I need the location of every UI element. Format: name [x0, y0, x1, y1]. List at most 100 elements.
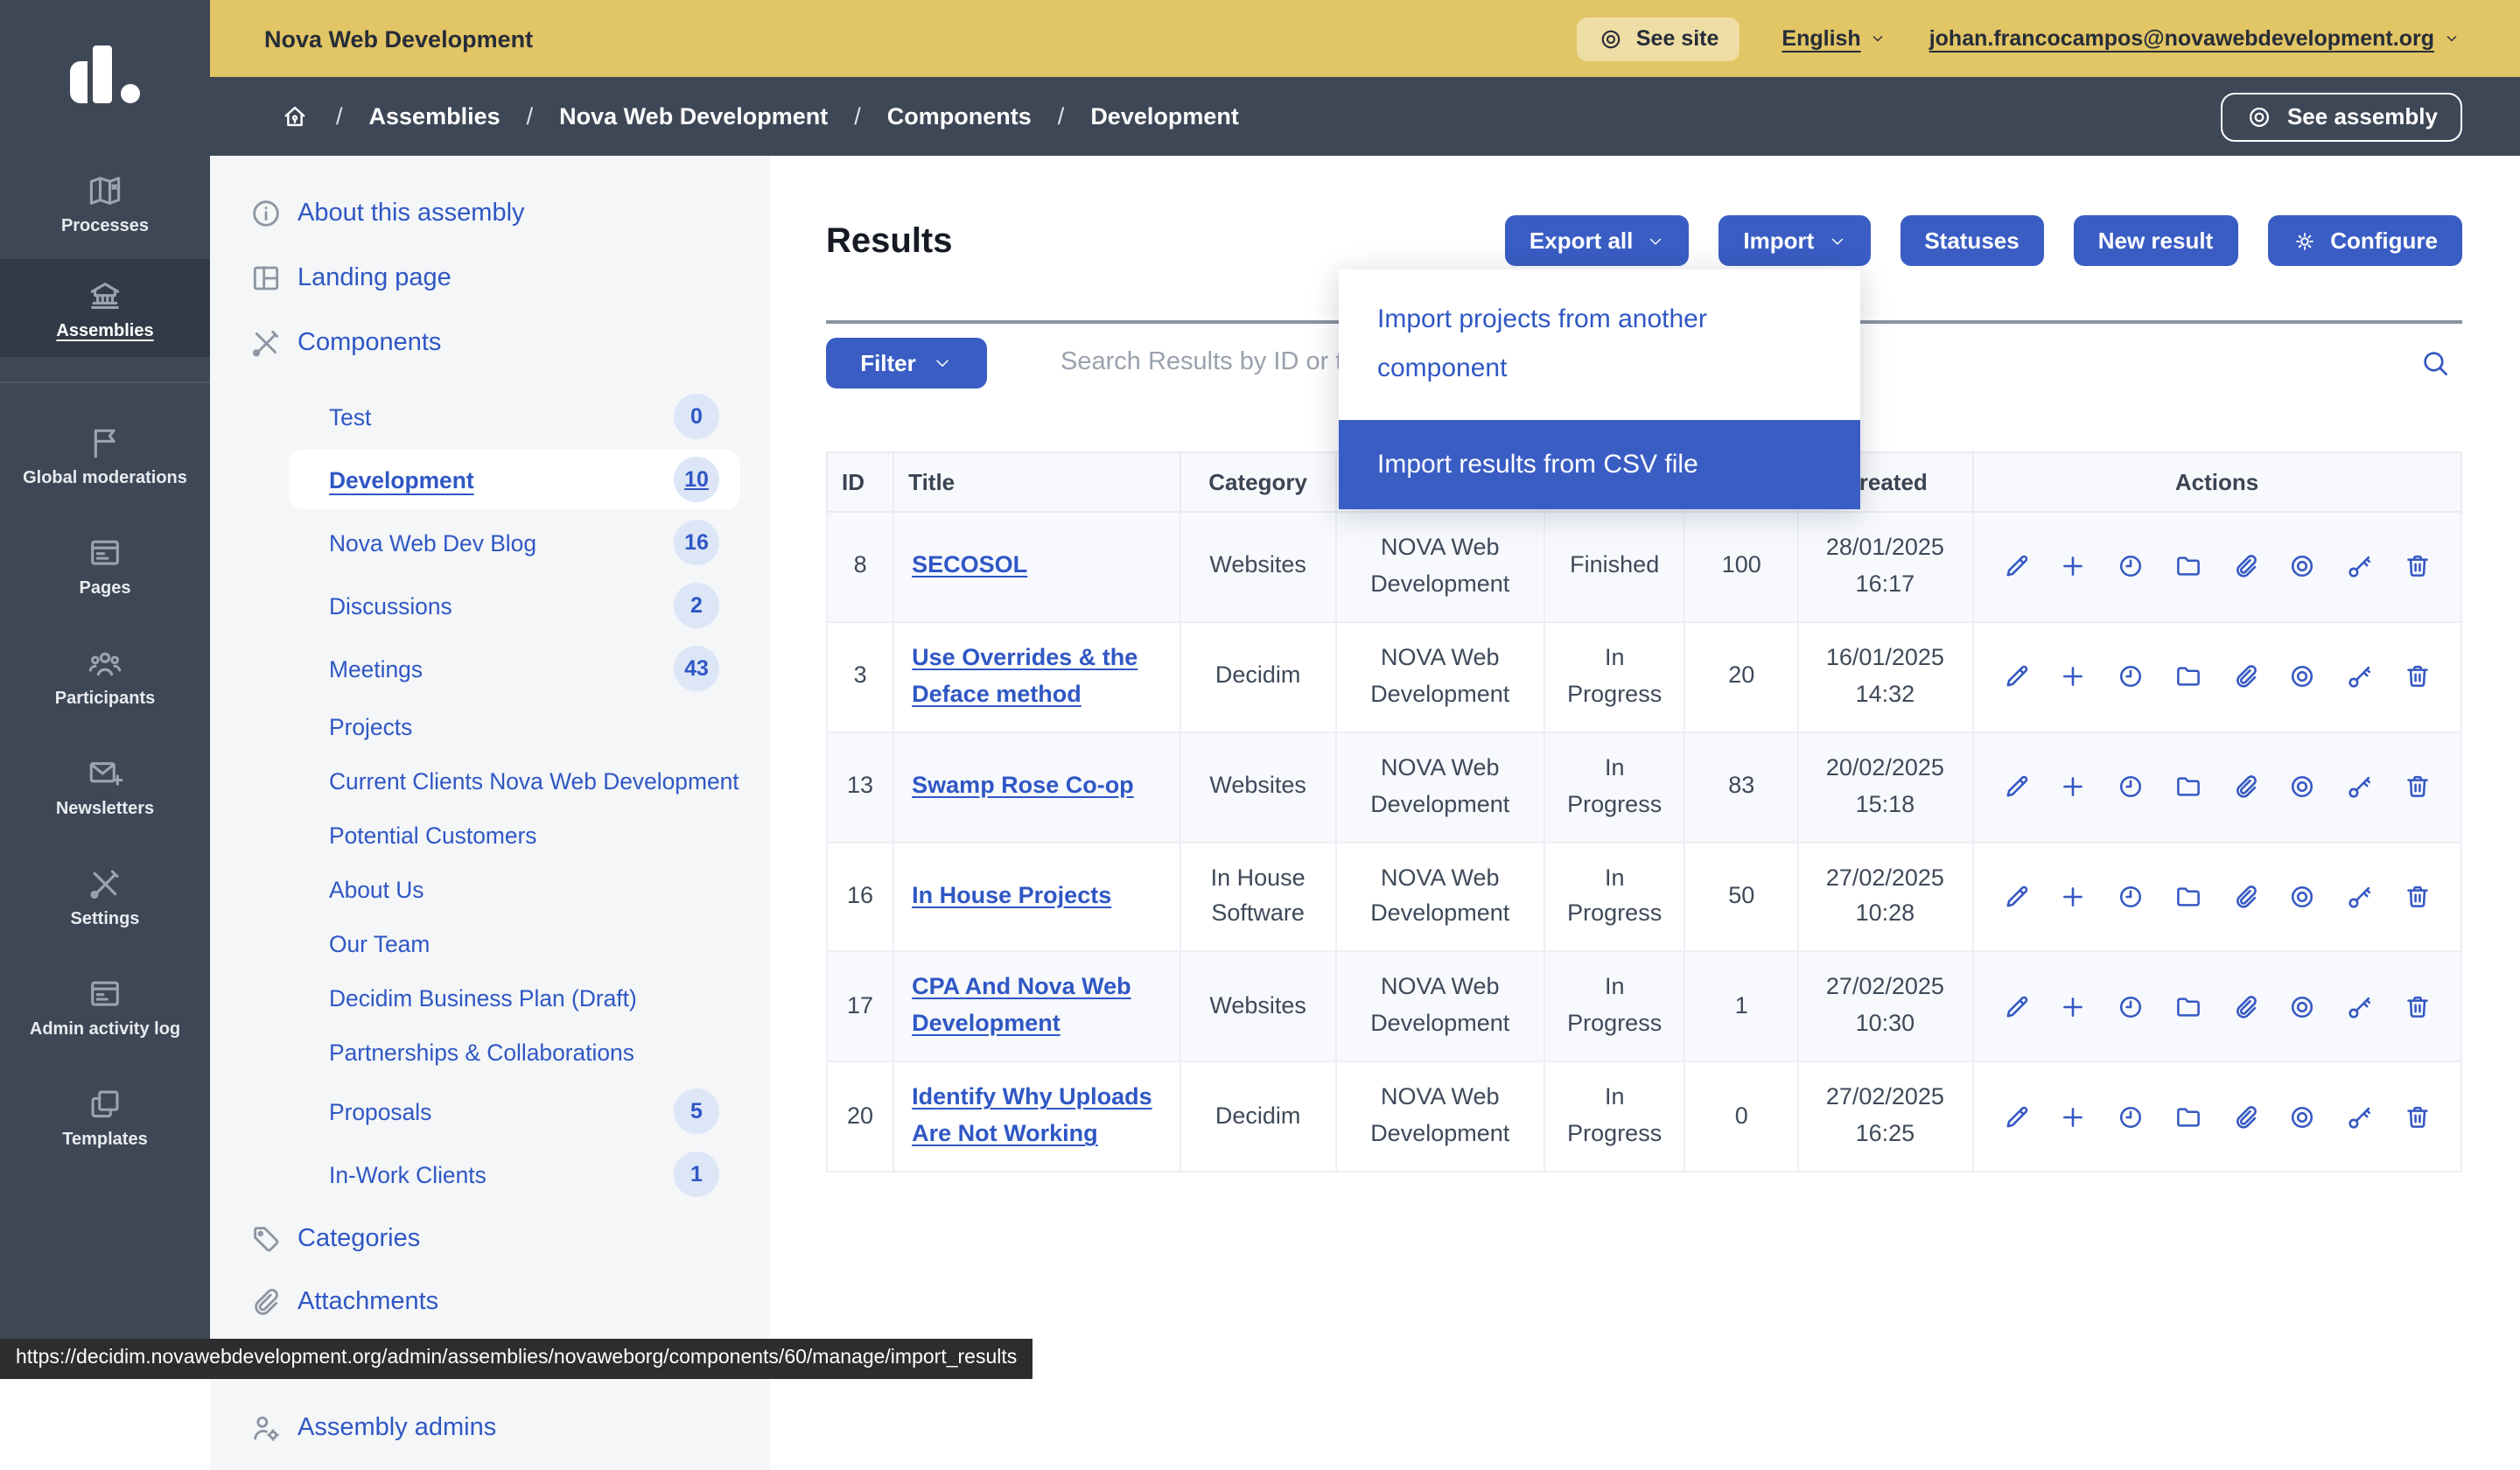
- preview-icon[interactable]: [2288, 882, 2318, 912]
- preview-icon[interactable]: [2288, 1102, 2318, 1131]
- preview-icon[interactable]: [2288, 772, 2318, 802]
- folder-icon[interactable]: [2174, 992, 2203, 1022]
- folder-icon[interactable]: [2174, 1102, 2203, 1131]
- attachments-icon[interactable]: [2230, 552, 2260, 582]
- timeline-icon[interactable]: [2116, 772, 2146, 802]
- result-title-link[interactable]: CPA And Nova Web Development: [912, 974, 1131, 1037]
- import-menu-item-csv[interactable]: Import results from CSV file: [1339, 419, 1860, 508]
- see-assembly-button[interactable]: See assembly: [2221, 92, 2462, 141]
- delete-trash-icon[interactable]: [2403, 1102, 2432, 1131]
- attachments-icon[interactable]: [2230, 772, 2260, 802]
- sidebar-item-participants[interactable]: Participants: [0, 621, 210, 732]
- sidebar-item-assemblies[interactable]: Assemblies: [0, 259, 210, 357]
- component-item[interactable]: Proposals 5: [289, 1082, 740, 1141]
- edit-icon[interactable]: [2001, 552, 2031, 582]
- breadcrumb-item-components[interactable]: Components: [887, 103, 1032, 130]
- breadcrumb-item-assemblies[interactable]: Assemblies: [369, 103, 500, 130]
- user-menu[interactable]: johan.francocampos@novawebdevelopment.or…: [1929, 26, 2460, 51]
- sidebar-item-processes[interactable]: Processes: [0, 149, 210, 259]
- permissions-key-icon[interactable]: [2345, 882, 2375, 912]
- result-title-link[interactable]: Identify Why Uploads Are Not Working: [912, 1083, 1152, 1146]
- timeline-icon[interactable]: [2116, 552, 2146, 582]
- sidebar-item-admin-activity-log[interactable]: Admin activity log: [0, 952, 210, 1062]
- menu-item-assembly-admins[interactable]: Assembly admins: [248, 1407, 770, 1449]
- breadcrumb-item-development[interactable]: Development: [1090, 103, 1239, 130]
- import-button[interactable]: Import: [1718, 215, 1870, 266]
- attachments-icon[interactable]: [2230, 882, 2260, 912]
- edit-icon[interactable]: [2001, 662, 2031, 691]
- component-item[interactable]: Discussions 2: [289, 576, 740, 635]
- component-item[interactable]: About Us: [289, 864, 740, 915]
- component-item[interactable]: Test 0: [289, 387, 740, 446]
- add-child-icon[interactable]: [2059, 662, 2089, 691]
- menu-item-categories[interactable]: Categories: [248, 1218, 770, 1260]
- component-item[interactable]: Development 10: [289, 450, 740, 509]
- component-item[interactable]: Meetings 43: [289, 639, 740, 698]
- delete-trash-icon[interactable]: [2403, 772, 2432, 802]
- result-title-link[interactable]: Swamp Rose Co-op: [912, 772, 1134, 798]
- component-item[interactable]: Potential Customers: [289, 810, 740, 861]
- component-item[interactable]: Decidim Business Plan (Draft): [289, 973, 740, 1024]
- edit-icon[interactable]: [2001, 992, 2031, 1022]
- timeline-icon[interactable]: [2116, 662, 2146, 691]
- preview-icon[interactable]: [2288, 552, 2318, 582]
- attachments-icon[interactable]: [2230, 992, 2260, 1022]
- search-button[interactable]: [2418, 346, 2452, 379]
- sidebar-item-newsletters[interactable]: Newsletters: [0, 732, 210, 842]
- folder-icon[interactable]: [2174, 662, 2203, 691]
- statuses-button[interactable]: Statuses: [1900, 215, 2043, 266]
- result-title-link[interactable]: Use Overrides & the Deface method: [912, 644, 1138, 707]
- result-title-link[interactable]: In House Projects: [912, 882, 1111, 908]
- timeline-icon[interactable]: [2116, 992, 2146, 1022]
- menu-item-about-assembly[interactable]: About this assembly: [248, 192, 770, 234]
- attachments-icon[interactable]: [2230, 1102, 2260, 1131]
- filter-button[interactable]: Filter: [826, 337, 987, 388]
- menu-item-attachments[interactable]: Attachments: [248, 1281, 770, 1323]
- delete-trash-icon[interactable]: [2403, 662, 2432, 691]
- component-item[interactable]: Nova Web Dev Blog 16: [289, 513, 740, 572]
- folder-icon[interactable]: [2174, 552, 2203, 582]
- export-all-button[interactable]: Export all: [1505, 215, 1690, 266]
- menu-item-landing-page[interactable]: Landing page: [248, 257, 770, 299]
- see-site-button[interactable]: See site: [1577, 17, 1740, 60]
- permissions-key-icon[interactable]: [2345, 1102, 2375, 1131]
- add-child-icon[interactable]: [2059, 1102, 2089, 1131]
- import-menu-item-projects[interactable]: Import projects from another component: [1339, 270, 1860, 419]
- component-item[interactable]: Partnerships & Collaborations: [289, 1027, 740, 1078]
- permissions-key-icon[interactable]: [2345, 552, 2375, 582]
- attachments-icon[interactable]: [2230, 662, 2260, 691]
- edit-icon[interactable]: [2001, 1102, 2031, 1131]
- add-child-icon[interactable]: [2059, 552, 2089, 582]
- timeline-icon[interactable]: [2116, 882, 2146, 912]
- preview-icon[interactable]: [2288, 662, 2318, 691]
- add-child-icon[interactable]: [2059, 992, 2089, 1022]
- permissions-key-icon[interactable]: [2345, 772, 2375, 802]
- permissions-key-icon[interactable]: [2345, 662, 2375, 691]
- timeline-icon[interactable]: [2116, 1102, 2146, 1131]
- delete-trash-icon[interactable]: [2403, 992, 2432, 1022]
- new-result-button[interactable]: New result: [2074, 215, 2238, 266]
- sidebar-item-templates[interactable]: Templates: [0, 1062, 210, 1172]
- sidebar-item-pages[interactable]: Pages: [0, 511, 210, 621]
- component-item[interactable]: Projects: [289, 702, 740, 752]
- delete-trash-icon[interactable]: [2403, 882, 2432, 912]
- configure-button[interactable]: Configure: [2267, 215, 2462, 266]
- breadcrumb-item-assembly[interactable]: Nova Web Development: [559, 103, 828, 130]
- folder-icon[interactable]: [2174, 772, 2203, 802]
- language-selector[interactable]: English: [1782, 26, 1886, 51]
- add-child-icon[interactable]: [2059, 882, 2089, 912]
- component-item[interactable]: Current Clients Nova Web Development: [289, 756, 740, 807]
- add-child-icon[interactable]: [2059, 772, 2089, 802]
- home-icon[interactable]: [280, 102, 310, 131]
- component-item[interactable]: In-Work Clients 1: [289, 1144, 740, 1204]
- preview-icon[interactable]: [2288, 992, 2318, 1022]
- component-item[interactable]: Our Team: [289, 919, 740, 970]
- decidim-logo[interactable]: [0, 0, 210, 149]
- sidebar-item-global-moderations[interactable]: Global moderations: [0, 401, 210, 511]
- edit-icon[interactable]: [2001, 882, 2031, 912]
- sidebar-item-settings[interactable]: Settings: [0, 842, 210, 952]
- delete-trash-icon[interactable]: [2403, 552, 2432, 582]
- menu-item-components[interactable]: Components: [248, 322, 770, 364]
- result-title-link[interactable]: SECOSOL: [912, 552, 1027, 578]
- folder-icon[interactable]: [2174, 882, 2203, 912]
